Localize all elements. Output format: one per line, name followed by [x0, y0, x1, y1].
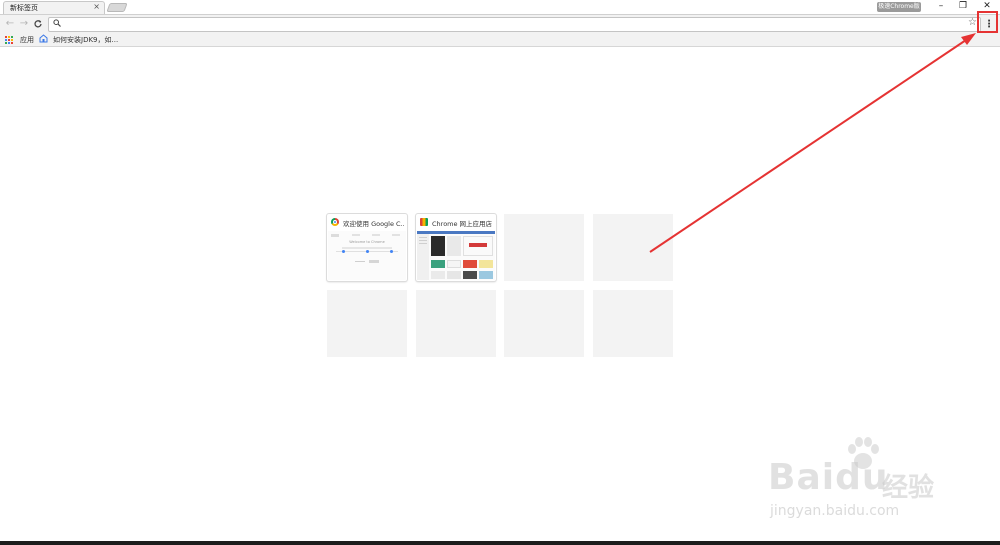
- baidu-watermark: Baidu 经验 jingyan.baidu.com: [762, 437, 962, 527]
- taskbar-edge: [0, 541, 1000, 545]
- watermark-suffix: 经验: [882, 473, 935, 503]
- browser-window: 新标签页 × 极速Chrome版 – ❐ ✕ ← → ☆ ⋮ 应用 如何安装JD…: [0, 0, 1000, 545]
- watermark-url: jingyan.baidu.com: [770, 503, 900, 519]
- watermark-logo: Baidu: [768, 457, 889, 498]
